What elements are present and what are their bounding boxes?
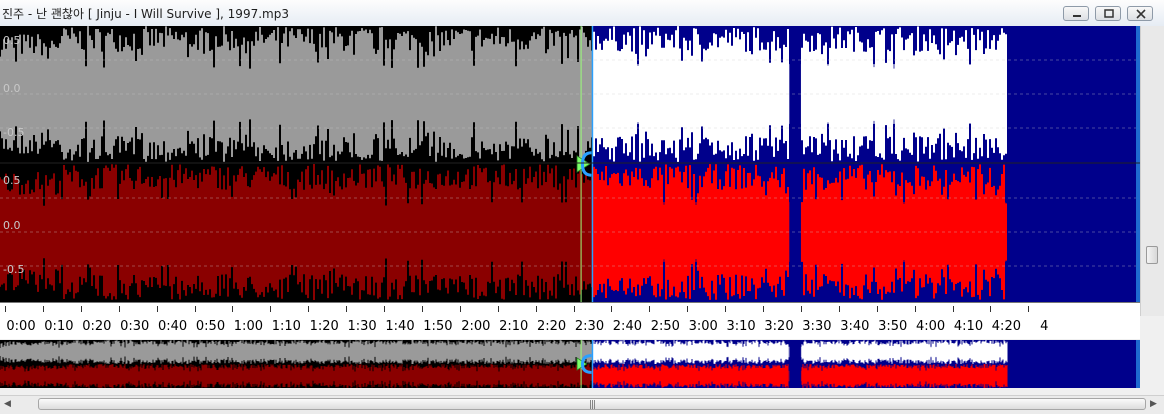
minimize-icon bbox=[1073, 15, 1081, 17]
grip-icon: ||| bbox=[589, 400, 596, 410]
timeline-tick bbox=[611, 306, 613, 312]
timeline-label: 4 bbox=[1040, 319, 1049, 334]
timeline-label: 3:10 bbox=[726, 319, 756, 334]
timeline-tick bbox=[1028, 306, 1030, 312]
waveform-core-left bbox=[60, 347, 593, 357]
horizontal-scroll-thumb[interactable]: ||| bbox=[38, 398, 1146, 410]
timeline-tick bbox=[459, 306, 461, 312]
timeline-tick bbox=[535, 306, 537, 312]
timeline-tick bbox=[763, 306, 764, 312]
timeline-tick bbox=[990, 306, 992, 312]
timeline-label: 1:00 bbox=[233, 319, 263, 334]
timeline-label: 4:00 bbox=[915, 319, 946, 334]
timeline-tick bbox=[194, 306, 196, 312]
channel-right bbox=[0, 164, 1140, 300]
timeline-label: 3:40 bbox=[840, 319, 870, 334]
timeline-tick bbox=[118, 306, 120, 312]
timeline-label: 4:10 bbox=[953, 319, 984, 334]
selection-right-edge[interactable] bbox=[1136, 340, 1140, 388]
timeline-tick bbox=[649, 306, 651, 312]
timeline-tick bbox=[838, 306, 840, 312]
timeline-tick bbox=[725, 306, 727, 312]
timeline-tick bbox=[156, 306, 158, 312]
overview-waveform[interactable] bbox=[0, 340, 1140, 388]
timeline-label: 0:10 bbox=[44, 319, 74, 334]
timeline-label: 1:10 bbox=[271, 319, 301, 334]
waveform-core-sel-left bbox=[592, 346, 790, 358]
waveform-view[interactable]: 0.5 0.0 -0.5 0.5 0.0 -0.5 bbox=[0, 26, 1140, 302]
scroll-left-icon[interactable]: ◀ bbox=[4, 399, 11, 409]
scroll-right-icon[interactable]: ▶ bbox=[1150, 399, 1157, 409]
timeline-label: 1:40 bbox=[385, 319, 415, 334]
timeline-tick bbox=[876, 306, 878, 312]
timeline-tick bbox=[800, 306, 802, 312]
timeline-label: 2:00 bbox=[461, 319, 491, 334]
waveform-core-right bbox=[60, 371, 593, 381]
timeline-label: 2:30 bbox=[574, 319, 605, 334]
close-icon bbox=[1136, 9, 1146, 19]
timeline-label: 1:50 bbox=[423, 319, 453, 334]
waveform-core-sel-right bbox=[592, 370, 790, 382]
window-title: 진주 - 난 괜찮아 [ Jinju - I Will Survive ], 1… bbox=[2, 7, 289, 21]
timeline-label: 2:20 bbox=[536, 319, 567, 334]
timeline-tick bbox=[384, 306, 385, 312]
maximize-button[interactable] bbox=[1095, 6, 1121, 21]
timeline-label: 1:30 bbox=[347, 319, 377, 334]
timeline-tick bbox=[914, 306, 916, 312]
timeline-tick bbox=[497, 306, 499, 312]
vertical-scroll-thumb[interactable] bbox=[1146, 246, 1158, 264]
timeline-label: 3:50 bbox=[878, 319, 908, 334]
timeline-tick bbox=[687, 306, 689, 312]
timeline-label: 2:10 bbox=[499, 319, 529, 334]
timeline-tick bbox=[952, 306, 954, 312]
timeline-label: 4:20 bbox=[991, 319, 1021, 334]
timeline-tick bbox=[346, 306, 348, 312]
channel-left bbox=[0, 340, 1008, 364]
amplitude-label: 0.5 bbox=[3, 174, 21, 187]
timeline-label: 1:20 bbox=[309, 319, 339, 334]
timeline-tick bbox=[270, 306, 272, 312]
timeline-label: 3:20 bbox=[764, 319, 794, 334]
timeline-tick bbox=[573, 306, 575, 312]
waveform-core-sel2-left bbox=[800, 346, 1006, 358]
horizontal-scrollbar[interactable]: ◀ ||| ▶ bbox=[0, 395, 1164, 414]
maximize-icon bbox=[1104, 9, 1114, 18]
timeline-label: 0:00 bbox=[6, 319, 36, 334]
amplitude-label: 0.5 bbox=[3, 34, 21, 47]
vertical-scrollbar[interactable] bbox=[1140, 26, 1164, 316]
timeline-label: 0:40 bbox=[157, 319, 188, 334]
waveform-core-sel2-right bbox=[800, 370, 1006, 382]
timeline-tick bbox=[421, 306, 423, 312]
amplitude-label: 0.0 bbox=[3, 219, 21, 232]
timeline-label: 3:00 bbox=[688, 319, 718, 334]
timeline-label: 3:30 bbox=[802, 319, 832, 334]
timeline-ruler[interactable]: 0:00 0:10 0:20 0:30 0:40 0:50 1:00 1:10 1:20 1:30… bbox=[0, 302, 1140, 339]
timeline-label: 0:20 bbox=[82, 319, 112, 334]
channel-right bbox=[0, 364, 1008, 388]
timeline-label: 2:40 bbox=[612, 319, 642, 334]
timeline-tick bbox=[80, 306, 82, 312]
timeline-label: 0:50 bbox=[195, 319, 226, 334]
close-button[interactable] bbox=[1127, 6, 1153, 21]
timeline-tick bbox=[5, 306, 6, 312]
amplitude-label: -0.5 bbox=[3, 126, 24, 139]
timeline-tick bbox=[308, 306, 310, 312]
amplitude-label: -0.5 bbox=[3, 263, 24, 276]
timeline-label: 0:30 bbox=[120, 319, 150, 334]
title-bar: 진주 - 난 괜찮아 [ Jinju - I Will Survive ], 1… bbox=[0, 0, 1164, 27]
minimize-button[interactable] bbox=[1063, 6, 1089, 21]
timeline-tick bbox=[232, 306, 234, 312]
timeline-label: 2:50 bbox=[650, 319, 680, 334]
timeline-tick bbox=[42, 306, 44, 312]
amplitude-label: 0.0 bbox=[3, 82, 21, 95]
